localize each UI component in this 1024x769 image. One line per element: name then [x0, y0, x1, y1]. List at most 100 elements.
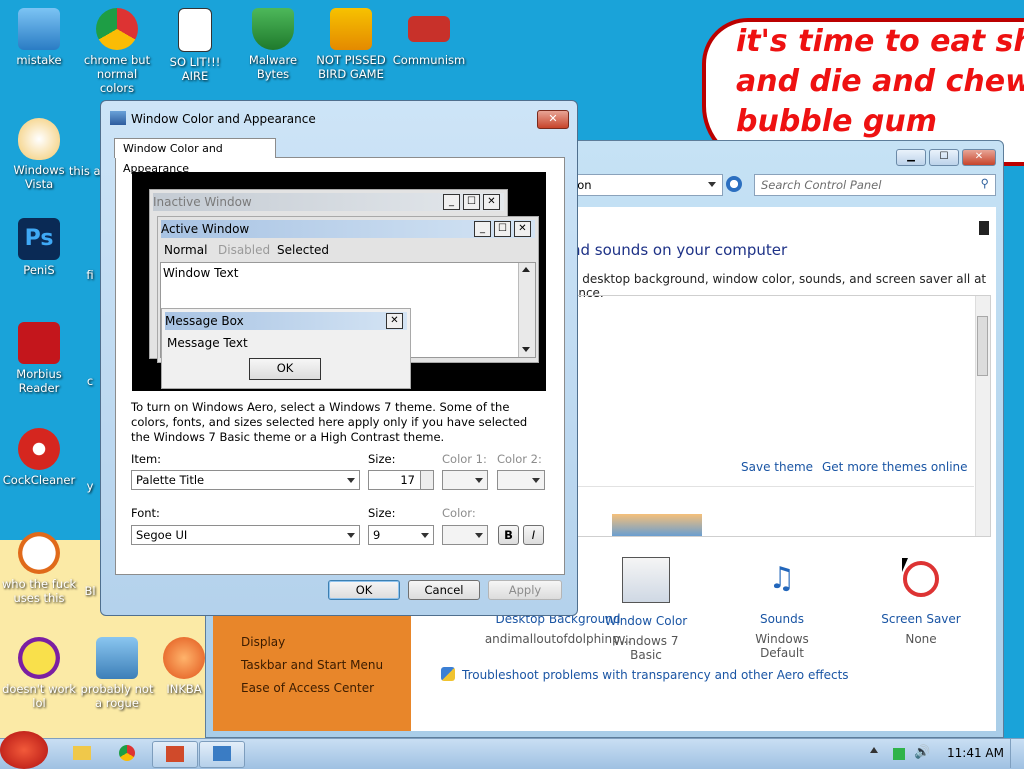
taskbar-personalization[interactable] [152, 741, 198, 768]
inactive-title-text: Inactive Window [153, 195, 252, 209]
size-label: Size: [368, 452, 396, 466]
size-input[interactable]: 17 [368, 470, 422, 490]
font-color-picker[interactable] [442, 525, 488, 545]
clock[interactable]: 11:41 AM [947, 746, 1004, 760]
desktop-icon-probably-not-rogue[interactable]: probably not a rogue [78, 637, 156, 710]
scrollbar[interactable] [975, 296, 990, 536]
search-placeholder: Search Control Panel [761, 178, 882, 192]
get-more-themes-link[interactable]: Get more themes online [822, 460, 968, 474]
desktop-icon-solitaire[interactable]: SO LIT!!! AIRE [156, 8, 234, 83]
tab-window-color[interactable]: Window Color and Appearance [114, 138, 276, 175]
refresh-icon[interactable] [726, 176, 742, 192]
folder-icon [73, 746, 91, 760]
dialog-close-button[interactable]: ✕ [537, 110, 569, 129]
search-icon[interactable]: ⚲ [981, 176, 989, 190]
address-bar[interactable]: ion [561, 174, 723, 196]
size-spinner[interactable] [420, 470, 434, 490]
maximize-icon: ☐ [463, 194, 480, 210]
close-button[interactable]: ✕ [962, 149, 996, 166]
menu-normal: Normal [164, 243, 208, 257]
network-icon[interactable] [893, 748, 905, 760]
help-icon[interactable] [979, 221, 989, 235]
minimize-icon: _ [443, 194, 460, 210]
chevron-down-icon [421, 533, 429, 538]
cleaner-icon [18, 428, 60, 470]
close-icon: ✕ [483, 194, 500, 210]
desktop-icon-label: Malware Bytes [248, 53, 298, 81]
tile-subtitle: Windows 7 Basic [613, 634, 679, 662]
desktop-icon-bird-game[interactable]: NOT PISSED BIRD GAME [312, 8, 390, 81]
start-button[interactable] [0, 731, 48, 769]
scroll-down-icon [522, 347, 530, 352]
desktop-icon-label: doesn't work lol [2, 682, 76, 710]
gear-monitor-icon [96, 637, 138, 679]
ok-button[interactable]: OK [328, 580, 400, 600]
sidebar-item-display[interactable]: Display [241, 635, 285, 649]
active-titlebar: Active Window _ ☐ ✕ [161, 220, 535, 238]
tile-title: Screen Saver [881, 612, 961, 626]
font-size-select[interactable]: 9 [368, 525, 434, 545]
dialog-title: Window Color and Appearance [131, 112, 316, 126]
chrome-icon [96, 8, 138, 50]
scrollbar-thumb[interactable] [977, 316, 988, 376]
monitor-icon [213, 746, 231, 761]
minimize-button[interactable]: ▁ [896, 149, 926, 166]
show-desktop-button[interactable] [1010, 739, 1024, 768]
show-hidden-icons[interactable] [870, 747, 878, 753]
font-label: Font: [131, 506, 160, 520]
theme-thumbnail[interactable] [612, 514, 702, 536]
chevron-down-icon[interactable] [708, 182, 716, 187]
tile-subtitle: Windows Default [755, 632, 809, 660]
see-also-sidebar: Display Taskbar and Start Menu Ease of A… [213, 615, 411, 731]
save-theme-link[interactable]: Save theme [741, 460, 813, 474]
desktop-icon-mistake[interactable]: mistake [0, 8, 78, 67]
pig-icon [330, 8, 372, 50]
item-select[interactable]: Palette Title [131, 470, 360, 490]
cancel-button[interactable]: Cancel [408, 580, 480, 600]
italic-button[interactable]: I [523, 525, 544, 545]
taskbar-chrome[interactable] [105, 741, 149, 766]
desktop-icon-windows-vista[interactable]: Windows Vista [0, 118, 78, 191]
desktop-icon-communism[interactable]: Communism [390, 8, 468, 67]
desktop-icon-malwarebytes[interactable]: Malware Bytes [234, 8, 312, 81]
search-input[interactable]: Search Control Panel ⚲ [754, 174, 996, 196]
bubble-line-3: bubble gum [736, 104, 937, 139]
sidebar-item-ease-of-access[interactable]: Ease of Access Center [241, 681, 374, 695]
menu-selected: Selected [277, 243, 330, 257]
volume-icon[interactable]: 🔊 [914, 745, 930, 760]
desktop-icon-doesnt-work[interactable]: doesn't work lol [0, 637, 78, 710]
inactive-titlebar: Inactive Window _ ☐ ✕ [153, 193, 504, 211]
desktop-icon-label: INKBA [166, 682, 202, 696]
chrome-icon [119, 745, 135, 761]
sidebar-item-taskbar[interactable]: Taskbar and Start Menu [241, 658, 383, 672]
tile-screen-saver[interactable]: Screen Saver None [871, 557, 971, 646]
tile-window-color[interactable]: Window Color Windows 7 Basic [596, 557, 696, 662]
tile-title: Sounds [759, 612, 805, 626]
chevron-down-icon [532, 478, 540, 483]
emblem-icon [408, 16, 450, 42]
taskbar-window-color[interactable] [199, 741, 245, 768]
no-screensaver-icon [903, 561, 939, 597]
menu-disabled: Disabled [218, 243, 271, 257]
shield-icon [441, 667, 455, 681]
desktop-icon-label: NOT PISSED BIRD GAME [316, 53, 386, 81]
desktop-icon-label: SO LIT!!! AIRE [169, 55, 221, 83]
taskbar: 🔊 11:41 AM [0, 731, 1024, 769]
color1-picker[interactable] [442, 470, 488, 490]
bold-button[interactable]: B [498, 525, 519, 545]
font-size-label: Size: [368, 506, 396, 520]
preview-scrollbar [518, 263, 535, 357]
chevron-down-icon [347, 533, 355, 538]
desktop-icon-inkba[interactable]: INKBA [156, 637, 212, 696]
close-icon: ✕ [386, 313, 403, 329]
font-select[interactable]: Segoe UI [131, 525, 360, 545]
tile-sounds[interactable]: ♫ Sounds Windows Default [732, 557, 832, 660]
minimize-icon: _ [474, 221, 491, 237]
troubleshoot-link[interactable]: Troubleshoot problems with transparency … [462, 668, 849, 682]
color2-picker[interactable] [497, 470, 545, 490]
desktop-icon-chrome[interactable]: chrome but normal colors [78, 8, 156, 95]
maximize-button[interactable]: ☐ [929, 149, 959, 166]
taskbar-explorer[interactable] [60, 741, 104, 766]
apply-button[interactable]: Apply [488, 580, 562, 600]
msgbox-text: Message Text [167, 336, 248, 350]
